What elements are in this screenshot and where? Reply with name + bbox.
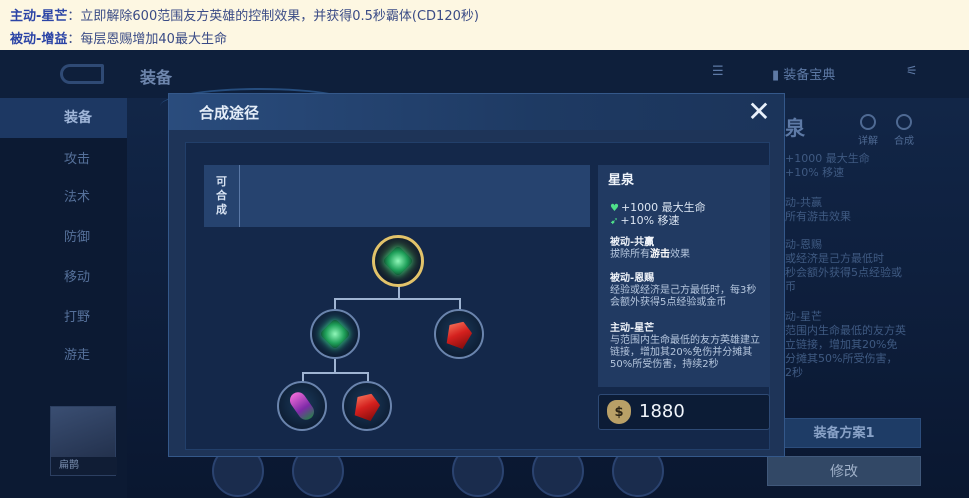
bg-line: +10% 移速	[785, 166, 845, 179]
passive-desc: 经验或经济是己方最低时，每3秒会额外获得5点经验或金币	[610, 285, 757, 308]
green-gem-icon	[319, 318, 351, 350]
combine-path-modal: 合成途径 ✕ 可合成 星泉 ♥ +1000 最大生命 ➹ +10% 移速 被动-…	[168, 93, 785, 457]
bg-line: 币	[785, 280, 796, 293]
tree-connector	[334, 298, 460, 300]
passive-title: 被动-恩赐	[610, 273, 655, 284]
red-crystal-icon	[443, 318, 474, 351]
hero-name: 扁鹊	[51, 457, 117, 475]
component-red-crystal-icon[interactable]	[342, 381, 392, 431]
active-starlight: 主动-星芒 与范围内生命最低的友方英雄建立链接，增加其20%免伤并分摊其50%所受…	[610, 323, 766, 371]
passive-desc-highlight: 游击	[650, 249, 670, 260]
green-gem-icon	[382, 245, 414, 277]
coin-bag-icon: $	[607, 400, 631, 424]
red-crystal-icon	[351, 390, 382, 423]
sidebar-item-movement[interactable]: 移动	[0, 258, 127, 298]
page-title: 装备	[140, 68, 173, 87]
item-name: 星泉	[608, 173, 635, 188]
combine-button[interactable]: 合成	[889, 114, 919, 147]
hero-portrait[interactable]: 扁鹊	[50, 406, 117, 476]
play-icon	[860, 114, 876, 130]
sidebar-item-jungle[interactable]: 打野	[0, 298, 127, 338]
combinable-label: 可合成	[204, 165, 240, 227]
bg-line: 秒会额外获得5点经验或	[785, 266, 902, 279]
detail-label: 详解	[858, 136, 878, 147]
passive-win-win: 被动-共赢 拔除所有游击效果	[610, 237, 766, 261]
combine-icon	[896, 114, 912, 130]
sidebar-item-defense[interactable]: 防御	[0, 218, 127, 258]
signal-icon: ⚟	[906, 64, 918, 79]
combinable-row: 可合成	[204, 165, 590, 227]
sidebar-item-attack[interactable]: 攻击	[0, 140, 127, 180]
sidebar-item-magic[interactable]: 法术	[0, 178, 127, 218]
detail-button[interactable]: 详解	[853, 114, 883, 147]
back-button[interactable]	[60, 64, 104, 84]
active-desc: 与范围内生命最低的友方英雄建立链接，增加其20%免伤并分摊其50%所受伤害，持续…	[610, 335, 760, 370]
modal-content: 可合成 星泉 ♥ +1000 最大生命 ➹ +10% 移速 被动-共赢 拔除所有游击效…	[185, 142, 770, 450]
passive-skill-line: 被动-增益：每层恩赐增加40最大生命	[10, 28, 227, 47]
manual-label: 装备宝典	[783, 68, 836, 83]
modify-button[interactable]: 修改	[767, 456, 921, 486]
top-bar: 装备 ☰ ▮ 装备宝典 ⚟	[0, 50, 969, 98]
stat-text: +10% 移速	[620, 214, 680, 227]
filter-icon[interactable]: ☰	[712, 64, 724, 79]
background-item-name: 泉	[785, 116, 805, 140]
tree-connector	[302, 372, 368, 374]
bg-line: 2秒	[785, 366, 803, 379]
item-star-spring-icon[interactable]	[372, 235, 424, 287]
price-box: $ 1880	[598, 394, 770, 430]
bg-line: 所有游击效果	[785, 210, 851, 223]
price-value: 1880	[639, 401, 685, 422]
passive-grace: 被动-恩赐 经验或经济是己方最低时，每3秒会额外获得5点经验或金币	[610, 273, 766, 309]
combinable-label-text: 可合成	[216, 175, 227, 216]
sidebar-item-roam[interactable]: 游走	[0, 336, 127, 376]
active-skill-key: 主动-星芒	[10, 9, 68, 24]
component-red-crystal-icon[interactable]	[434, 309, 484, 359]
equipment-plan-button[interactable]: 装备方案1	[767, 418, 921, 448]
stat-move-speed: ➹ +10% 移速	[610, 212, 680, 228]
component-green-gem-icon[interactable]	[310, 309, 360, 359]
close-button[interactable]: ✕	[745, 98, 773, 126]
info-strip: 主动-星芒：立即解除600范围友方英雄的控制效果，并获得0.5秒霸体(CD120…	[0, 0, 969, 50]
modal-title: 合成途径	[199, 104, 260, 122]
tree-connector	[334, 359, 336, 373]
combine-label: 合成	[894, 136, 914, 147]
passive-desc-pre: 拔除所有	[610, 249, 650, 260]
active-title: 主动-星芒	[610, 323, 655, 334]
passive-skill-key: 被动-增益	[10, 32, 68, 47]
sidebar-item-equipment[interactable]: 装备	[0, 98, 127, 138]
component-purple-crystal-icon[interactable]	[277, 381, 327, 431]
passive-desc-post: 效果	[670, 249, 690, 260]
purple-crystal-icon	[286, 389, 318, 423]
modal-header: 合成途径 ✕	[169, 94, 784, 130]
active-skill-desc: ：立即解除600范围友方英雄的控制效果，并获得0.5秒霸体(CD120秒)	[67, 9, 479, 24]
passive-skill-desc: ：每层恩赐增加40最大生命	[67, 32, 227, 47]
boot-icon: ➹	[610, 216, 619, 227]
item-detail-panel: 星泉 ♥ +1000 最大生命 ➹ +10% 移速 被动-共赢 拔除所有游击效果 被动…	[598, 165, 770, 387]
manual-button[interactable]: ▮ 装备宝典	[772, 64, 835, 83]
active-skill-line: 主动-星芒：立即解除600范围友方英雄的控制效果，并获得0.5秒霸体(CD120…	[10, 5, 479, 24]
passive-title: 被动-共赢	[610, 237, 655, 248]
